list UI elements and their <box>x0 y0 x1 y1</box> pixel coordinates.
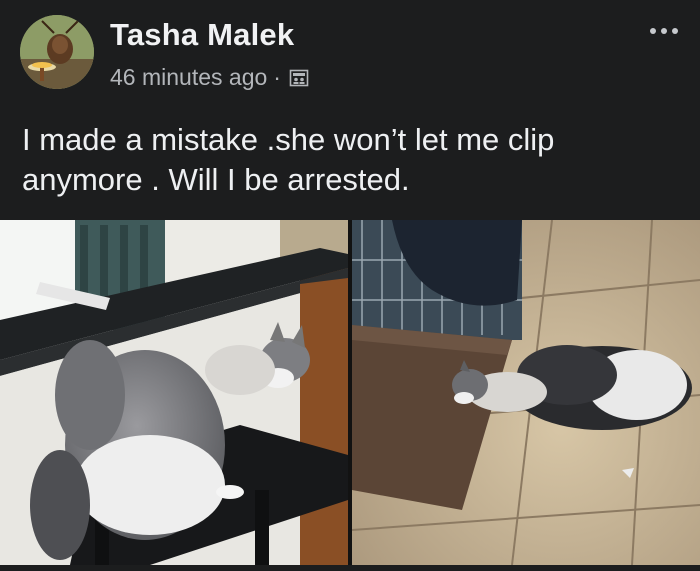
more-options-icon[interactable] <box>644 18 684 44</box>
photo-cat-on-floor[interactable] <box>352 220 700 565</box>
more-dot <box>650 28 656 34</box>
more-dot <box>672 28 678 34</box>
post-card: Tasha Malek 46 minutes ago · I made a mi… <box>0 0 700 571</box>
author-avatar[interactable] <box>20 15 94 89</box>
meta-separator: · <box>273 63 281 90</box>
more-dot <box>661 28 667 34</box>
post-media <box>0 220 700 565</box>
friends-list-icon[interactable] <box>289 67 309 87</box>
photo-cat-on-stool[interactable] <box>0 220 348 565</box>
post-footer-edge <box>0 565 700 571</box>
author-name-link[interactable]: Tasha Malek <box>110 17 294 53</box>
avatar-image <box>20 15 94 89</box>
post-message: I made a mistake .she won’t let me clip … <box>22 122 555 197</box>
post-timestamp[interactable]: 46 minutes ago <box>110 64 267 91</box>
post-meta: 46 minutes ago · <box>110 62 309 92</box>
